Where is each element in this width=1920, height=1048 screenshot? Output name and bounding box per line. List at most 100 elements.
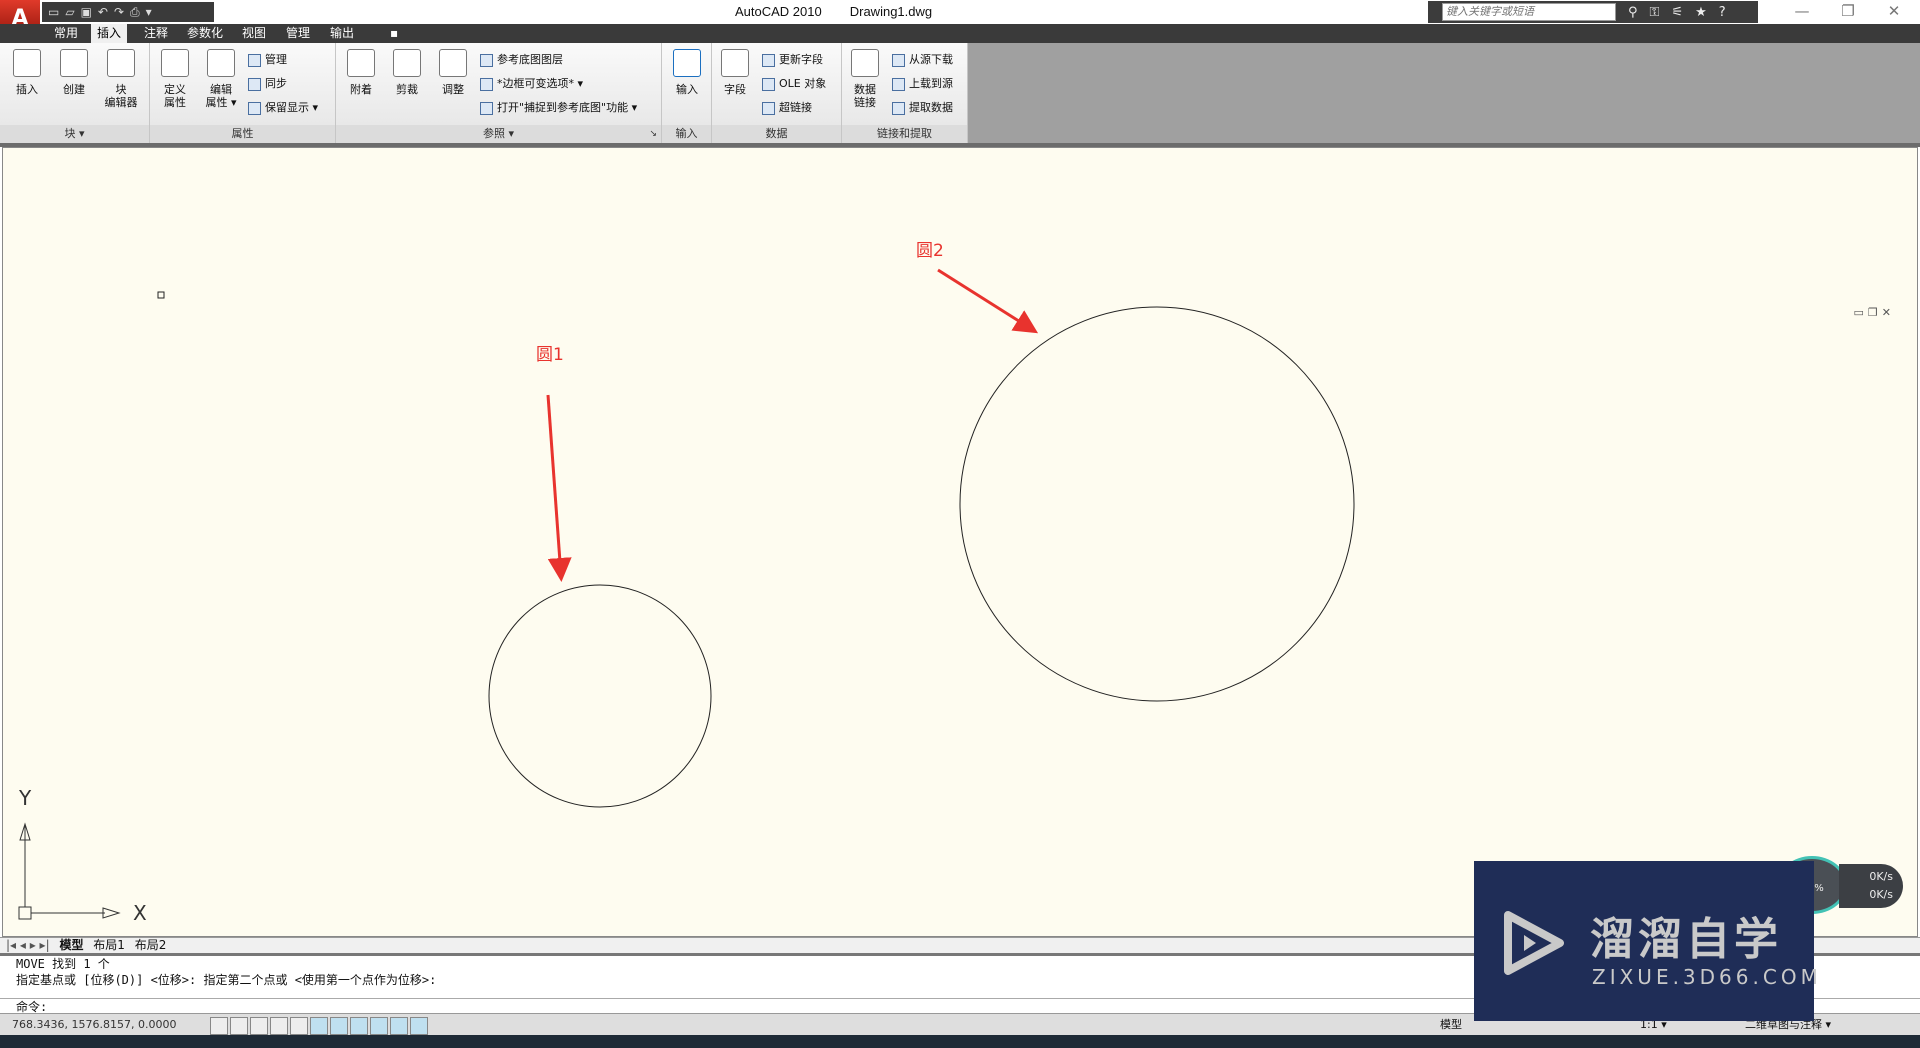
lineweight-toggle[interactable] [390,1017,408,1035]
adjust-icon [439,49,467,77]
minimize-button[interactable]: — [1782,2,1822,20]
arrow-1 [546,394,572,582]
coordinates-readout[interactable]: 768.3436, 1576.8157, 0.0000 [12,1018,176,1031]
undo-icon[interactable]: ↶ [98,5,108,19]
label: 上载到源 [909,77,953,90]
import-button[interactable]: 输入 [666,49,708,96]
upload-speed: 0K/s [1869,870,1893,883]
ole-object-button[interactable]: OLE 对象 [762,75,826,91]
field-icon [721,49,749,77]
data-link-button[interactable]: 数据 链接 [844,49,886,109]
viewport-controls[interactable]: ▭❐✕ [1854,306,1895,319]
ole-icon [762,77,775,91]
binoculars-icon[interactable]: ⚲ [1628,5,1638,20]
hyperlink-button[interactable]: 超链接 [762,99,812,115]
upload-to-source-button[interactable]: 上载到源 [892,75,953,91]
insert-block-button[interactable]: 插入 [6,49,48,96]
star-icon[interactable]: ★ [1695,5,1707,20]
ucs-y-label: Y [19,786,32,810]
taskbar [0,1035,1920,1048]
ribbon-minimize-icon[interactable]: ▪ [384,24,404,43]
plot-icon[interactable]: ⎙ [130,5,140,20]
help-icon[interactable]: ? [1719,5,1726,20]
otrack-toggle[interactable] [330,1017,348,1035]
create-block-button[interactable]: 创建 [53,49,95,96]
save-icon[interactable]: ▣ [81,5,92,19]
app-name: AutoCAD 2010 [735,4,822,19]
tab-home[interactable]: 常用 [48,24,84,43]
drawing-area[interactable]: 圆1 圆2 Y X ▭❐✕ 4% 0K/s0K/s [2,147,1918,937]
label: *边框可变选项* ▾ [497,77,584,90]
maximize-button[interactable]: ❐ [1828,2,1868,20]
quick-properties-toggle[interactable] [410,1017,428,1035]
clip-button[interactable]: 剪裁 [386,49,428,96]
field-button[interactable]: 字段 [714,49,756,96]
tab-model[interactable]: 模型 [59,938,83,952]
tab-view[interactable]: 视图 [236,24,272,43]
retain-display-button[interactable]: 保留显示 ▾ [248,99,318,115]
search-input[interactable] [1442,3,1616,21]
panel-import: 输入 输入 [662,43,712,143]
close-button[interactable]: ✕ [1874,2,1914,20]
snap-toggle[interactable] [230,1017,248,1035]
circle-2[interactable] [959,306,1355,702]
tab-layout1[interactable]: 布局1 [93,938,125,952]
panel-title[interactable]: 块 ▾ [0,125,149,143]
panel-attributes: 定义 属性 编辑 属性 ▾ 管理 同步 保留显示 ▾ 属性 [150,43,336,143]
underlay-layers-button[interactable]: 参考底图图层 [480,51,563,67]
adjust-button[interactable]: 调整 [432,49,474,96]
frame-options-dropdown[interactable]: *边框可变选项* ▾ [480,75,583,91]
circle-1[interactable] [488,584,712,808]
osnap-toggle[interactable] [310,1017,328,1035]
chevron-down-icon[interactable]: ▾ [146,5,152,19]
quick-access-toolbar: ▭ ▱ ▣ ↶ ↷ ⎙ ▾ [42,2,214,22]
extract-data-button[interactable]: 提取数据 [892,99,953,115]
new-icon[interactable]: ▭ [48,5,59,19]
download-from-source-button[interactable]: 从源下载 [892,51,953,67]
manage-button[interactable]: 管理 [248,51,287,67]
block-editor-button[interactable]: 块编辑器 [100,49,142,109]
ducs-toggle[interactable] [350,1017,368,1035]
edit-attributes-button[interactable]: 编辑 属性 ▾ [200,49,242,109]
retain-icon [248,101,261,115]
dialog-launcher-icon[interactable]: ↘ [649,125,657,143]
import-arrow-icon [673,49,701,77]
tab-annotate[interactable]: 注释 [138,24,174,43]
model-space-button[interactable]: 模型 [1440,1014,1462,1035]
satellite-icon[interactable]: ⚟ [1671,5,1683,20]
upload-icon [892,77,905,91]
tab-parametric[interactable]: 参数化 [181,24,229,43]
label-circle-2: 圆2 [916,241,944,261]
dyn-toggle[interactable] [370,1017,388,1035]
tab-insert[interactable]: 插入 [91,24,128,43]
tab-layout2[interactable]: 布局2 [135,938,167,952]
file-name: Drawing1.dwg [849,4,933,19]
define-attributes-button[interactable]: 定义 属性 [154,49,196,109]
label: 提取数据 [909,101,953,114]
label: 超链接 [779,101,812,114]
snap-underlay-dropdown[interactable]: 打开"捕捉到参考底图"功能 ▾ [480,99,637,115]
create-icon [60,49,88,77]
polar-toggle[interactable] [290,1017,308,1035]
panel-block: 插入 创建 块编辑器 块 ▾ [0,43,150,143]
snap-icon [480,101,493,115]
label-circle-1: 圆1 [536,345,564,365]
label: 调整 [442,83,464,96]
label: 字段 [724,83,746,96]
tab-output[interactable]: 输出 [324,24,360,43]
key-icon[interactable]: ⚿ [1650,5,1660,20]
redo-icon[interactable]: ↷ [114,5,124,19]
panel-title[interactable]: 参照 ▾ ↘ [336,125,661,143]
drawing-svg [18,268,1355,920]
label: 参照 ▾ [482,127,515,140]
ortho-toggle[interactable] [270,1017,288,1035]
grid-toggle[interactable] [250,1017,268,1035]
open-icon[interactable]: ▱ [65,5,74,19]
attach-button[interactable]: 附着 [340,49,382,96]
label: 管理 [265,53,287,66]
update-fields-button[interactable]: 更新字段 [762,51,823,67]
tab-nav-arrows[interactable]: |◂ ◂ ▸ ▸| [6,938,50,952]
tab-manage[interactable]: 管理 [280,24,316,43]
infer-constraints-toggle[interactable] [210,1017,228,1035]
sync-button[interactable]: 同步 [248,75,287,91]
